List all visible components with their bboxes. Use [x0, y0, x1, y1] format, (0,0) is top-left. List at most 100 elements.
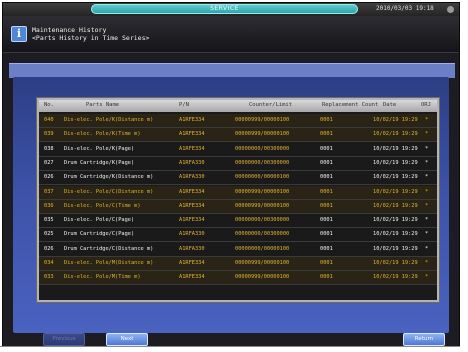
- row-replacement-count: 0001: [320, 131, 333, 138]
- status-indicator-icon: [447, 6, 454, 13]
- row-part-number: A1RFA330: [179, 174, 205, 181]
- row-number: 037: [44, 188, 54, 195]
- datetime: 2010/03/03 19:18: [376, 5, 434, 12]
- row-parts-name: Drum Cartridge/K(Page): [64, 159, 135, 166]
- service-mode-indicator: SERVICE: [91, 4, 358, 14]
- row-number: 040: [44, 117, 54, 123]
- row-part-number: A1RFA330: [179, 231, 205, 238]
- row-number: 025: [44, 231, 54, 238]
- row-date: 10/02/19 19:29: [373, 131, 418, 138]
- row-part-number: A1RFE334: [179, 217, 205, 224]
- row-replacement-count: 0001: [320, 217, 333, 224]
- info-icon: i: [11, 26, 27, 42]
- history-table: No. Parts Name P/N Counter/Limit Replace…: [37, 98, 439, 302]
- col-no: No.: [44, 102, 54, 108]
- history-panel: No. Parts Name P/N Counter/Limit Replace…: [13, 77, 449, 333]
- row-replacement-count: 0001: [320, 117, 333, 123]
- col-orj: ORJ: [421, 102, 431, 108]
- row-number: 038: [44, 145, 54, 152]
- row-orj: *: [425, 260, 429, 266]
- row-date: 10/02/19 19:29: [373, 159, 418, 166]
- table-row[interactable]: 038 Dis-elec. Pole/K(Page) A1RFE334 0000000…: [39, 143, 437, 157]
- service-label: SERVICE: [210, 5, 239, 12]
- table-row[interactable]: 039 Dis-elec. Pole/K(Time m) A1RFE334 00000…: [39, 128, 437, 143]
- row-orj: *: [425, 159, 429, 166]
- row-part-number: A1RFE334: [179, 274, 205, 281]
- row-parts-name: Dis-elec. Pole/M(Time m): [64, 274, 141, 281]
- row-part-number: A1RFE334: [179, 188, 205, 195]
- row-part-number: A1RFE334: [179, 117, 205, 123]
- row-number: 035: [44, 217, 54, 224]
- row-number: 034: [44, 260, 54, 266]
- row-counter-limit: 00000999/00000100: [235, 202, 290, 209]
- row-parts-name: Drum Cartridge/C(Distance m): [64, 245, 154, 252]
- row-orj: *: [425, 145, 429, 152]
- row-number: 033: [44, 274, 54, 281]
- row-date: 10/02/19 19:29: [373, 217, 418, 224]
- row-number: 026: [44, 245, 54, 252]
- row-number: 026: [44, 174, 54, 181]
- row-counter-limit: 00000000/00300000: [235, 217, 290, 224]
- table-header: No. Parts Name P/N Counter/Limit Replace…: [39, 100, 437, 112]
- row-part-number: A1RFA330: [179, 159, 205, 166]
- table-row[interactable]: 035 Dis-elec. Pole/C(Page) A1RFE334 0000000…: [39, 214, 437, 229]
- row-date: 10/02/19 19:29: [373, 188, 418, 195]
- row-part-number: A1RFA330: [179, 245, 205, 252]
- row-parts-name: Dis-elec. Pole/K(Time m): [64, 131, 141, 138]
- row-number: 039: [44, 131, 54, 138]
- row-orj: *: [425, 202, 429, 209]
- page-title: Maintenance History: [32, 26, 107, 34]
- row-parts-name: Drum Cartridge/C(Page): [64, 231, 135, 238]
- row-orj: *: [425, 188, 429, 195]
- row-parts-name: Dis-elec. Pole/K(Distance m): [64, 117, 154, 123]
- app-window: SERVICE 2010/03/03 19:18 i Maintenance H…: [2, 2, 460, 347]
- table-row[interactable]: 034 Dis-elec. Pole/M(Distance m) A1RFE334 0…: [39, 257, 437, 271]
- row-replacement-count: 0001: [320, 174, 333, 181]
- row-orj: *: [425, 117, 429, 123]
- row-date: 10/02/19 19:29: [373, 245, 418, 252]
- table-row[interactable]: 025 Drum Cartridge/C(Page) A1RFA330 0000000…: [39, 228, 437, 243]
- row-date: 10/02/19 19:29: [373, 117, 418, 123]
- table-row[interactable]: 040 Dis-elec. Pole/K(Distance m) A1RFE334 0…: [39, 114, 437, 128]
- table-row[interactable]: 026 Drum Cartridge/K(Distance m) A1RFA330 0…: [39, 171, 437, 186]
- row-date: 10/02/19 19:29: [373, 274, 418, 281]
- previous-button[interactable]: Previous: [43, 333, 85, 346]
- col-replacement: Replacement Count: [322, 102, 379, 108]
- row-date: 10/02/19 19:29: [373, 174, 418, 181]
- panel-banner: [9, 63, 455, 78]
- row-parts-name: Dis-elec. Pole/C(Distance m): [64, 188, 154, 195]
- row-parts-name: Dis-elec. Pole/M(Distance m): [64, 260, 154, 266]
- table-row[interactable]: 037 Dis-elec. Pole/C(Distance m) A1RFE334 0…: [39, 185, 437, 200]
- row-part-number: A1RFE334: [179, 145, 205, 152]
- table-row[interactable]: 033 Dis-elec. Pole/M(Time m) A1RFE334 00000…: [39, 271, 437, 286]
- page-header: i Maintenance History <Parts History in …: [3, 16, 459, 53]
- row-replacement-count: 0001: [320, 245, 333, 252]
- next-button[interactable]: Next: [106, 333, 148, 346]
- row-orj: *: [425, 231, 429, 238]
- row-replacement-count: 0001: [320, 145, 333, 152]
- row-counter-limit: 00000000/00300000: [235, 159, 290, 166]
- return-button[interactable]: Return: [403, 333, 445, 346]
- row-counter-limit: 00000000/00000100: [235, 245, 290, 252]
- table-row[interactable]: 036 Dis-elec. Pole/C(Time m) A1RFE334 00000…: [39, 199, 437, 214]
- row-number: 036: [44, 202, 54, 209]
- bottom-divider: [0, 346, 460, 347]
- row-parts-name: Drum Cartridge/K(Distance m): [64, 174, 154, 181]
- row-date: 10/02/19 19:29: [373, 231, 418, 238]
- row-replacement-count: 0001: [320, 159, 333, 166]
- row-orj: *: [425, 217, 429, 224]
- row-date: 10/02/19 19:29: [373, 145, 418, 152]
- row-counter-limit: 00000999/00000100: [235, 131, 290, 138]
- row-counter-limit: 00000999/00000100: [235, 274, 290, 281]
- row-replacement-count: 0001: [320, 260, 333, 266]
- table-row[interactable]: 026 Drum Cartridge/C(Distance m) A1RFA330 0…: [39, 243, 437, 257]
- row-orj: *: [425, 174, 429, 181]
- row-date: 10/02/19 19:29: [373, 260, 418, 266]
- row-number: 027: [44, 159, 54, 166]
- row-orj: *: [425, 274, 429, 281]
- row-replacement-count: 0001: [320, 274, 333, 281]
- row-counter-limit: 00000999/00000100: [235, 260, 290, 266]
- row-date: 10/02/19 19:29: [373, 202, 418, 209]
- row-counter-limit: 00000000/00300000: [235, 145, 290, 152]
- table-row[interactable]: 027 Drum Cartridge/K(Page) A1RFA330 0000000…: [39, 157, 437, 171]
